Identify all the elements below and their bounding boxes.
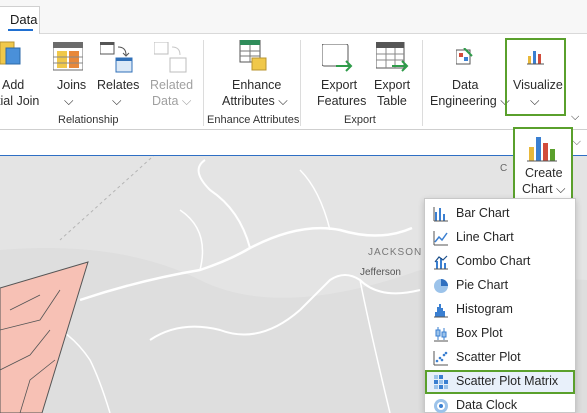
box-plot-icon bbox=[434, 327, 448, 342]
visualize-label: Visualize bbox=[513, 78, 563, 92]
menu-item-histogram[interactable]: Histogram bbox=[425, 298, 575, 322]
menu-item-label: Pie Chart bbox=[456, 278, 509, 292]
data-engineering-icon bbox=[456, 48, 473, 65]
menu-item-label: Histogram bbox=[456, 302, 513, 316]
menu-item-label: Line Chart bbox=[456, 230, 514, 244]
joins-icon bbox=[53, 42, 83, 71]
visualize-chevron-down-icon: ⌵ bbox=[530, 94, 540, 108]
menu-item-label: Scatter Plot Matrix bbox=[456, 374, 559, 388]
menu-item-label: Box Plot bbox=[456, 326, 503, 340]
scatter-plot-matrix-icon bbox=[434, 375, 448, 389]
related-data-label-1: Related bbox=[150, 78, 194, 92]
add-spatial-join-label-1: Add bbox=[2, 78, 25, 92]
joins-label: Joins bbox=[57, 78, 87, 92]
pie-chart-icon bbox=[434, 279, 448, 293]
active-tab-underline bbox=[8, 29, 33, 31]
data-engineering-label-2: Engineering ⌵ bbox=[430, 94, 510, 108]
menu-item-label: Combo Chart bbox=[456, 254, 531, 268]
export-table-icon bbox=[376, 42, 409, 72]
create-chart-icon bbox=[527, 137, 557, 162]
visualize-chart-icon bbox=[527, 51, 544, 65]
menu-item-scatter-plot-matrix[interactable]: Scatter Plot Matrix bbox=[425, 370, 575, 394]
add-spatial-join-button[interactable]: Add tial Join bbox=[0, 38, 44, 110]
combo-chart-icon bbox=[434, 255, 448, 270]
ribbon-collapse-chevron-icon[interactable]: ⌵ bbox=[571, 110, 579, 125]
export-table-button[interactable]: Export Table bbox=[368, 38, 414, 110]
map-tab-chevron-icon[interactable]: ⌵ bbox=[573, 136, 581, 149]
create-chart-label-1: Create bbox=[525, 166, 563, 180]
menu-item-line-chart[interactable]: Line Chart bbox=[425, 226, 575, 250]
chart-type-menu: Bar Chart Line Chart Combo Chart Pie Cha… bbox=[424, 198, 576, 413]
joins-chevron-down-icon: ⌵ bbox=[64, 94, 74, 108]
menu-item-combo-chart[interactable]: Combo Chart bbox=[425, 250, 575, 274]
tab-data[interactable]: Data bbox=[0, 6, 40, 34]
joins-button[interactable]: Joins ⌵ bbox=[48, 38, 90, 110]
data-engineering-label-1: Data bbox=[452, 78, 479, 92]
scatter-plot-icon bbox=[433, 351, 448, 366]
visualize-button[interactable]: Visualize ⌵ bbox=[505, 38, 566, 116]
ribbon-separator bbox=[422, 40, 423, 126]
enhance-attributes-label-1: Enhance bbox=[232, 78, 282, 92]
data-engineering-button[interactable]: Data Engineering ⌵ bbox=[428, 38, 510, 110]
relates-button[interactable]: Relates ⌵ bbox=[94, 38, 140, 110]
menu-item-label: Bar Chart bbox=[456, 206, 510, 220]
spatial-join-icon bbox=[0, 41, 21, 65]
menu-item-pie-chart[interactable]: Pie Chart bbox=[425, 274, 575, 298]
ribbon-tab-strip: Data bbox=[0, 0, 587, 34]
group-label-relationship: Relationship bbox=[58, 114, 119, 126]
export-table-label-1: Export bbox=[374, 78, 411, 92]
map-label-jefferson: Jefferson bbox=[360, 267, 401, 278]
tab-data-label: Data bbox=[10, 12, 38, 27]
map-label-edge: C bbox=[500, 163, 508, 174]
group-label-export: Export bbox=[344, 114, 376, 126]
ribbon-separator bbox=[300, 40, 301, 126]
line-chart-icon bbox=[433, 231, 448, 246]
create-chart-button[interactable]: Create Chart ⌵ bbox=[513, 127, 573, 200]
related-data-icon bbox=[154, 42, 187, 73]
relates-icon bbox=[100, 42, 133, 73]
export-features-label-1: Export bbox=[321, 78, 358, 92]
enhance-attributes-icon bbox=[239, 40, 267, 71]
map-tab-bar: ⌵ bbox=[0, 130, 587, 156]
export-table-label-2: Table bbox=[377, 94, 407, 108]
enhance-attributes-label-2: Attributes ⌵ bbox=[222, 94, 288, 108]
export-features-label-2: Features bbox=[317, 94, 367, 108]
group-label-enhance-attributes: Enhance Attributes bbox=[207, 114, 300, 126]
bar-chart-icon bbox=[433, 207, 448, 222]
menu-item-bar-chart[interactable]: Bar Chart bbox=[425, 202, 575, 226]
ribbon-separator bbox=[203, 40, 204, 126]
menu-item-scatter-plot[interactable]: Scatter Plot bbox=[425, 346, 575, 370]
relates-chevron-down-icon: ⌵ bbox=[112, 94, 122, 108]
related-data-label-2: Data ⌵ bbox=[152, 94, 192, 108]
menu-item-data-clock[interactable]: Data Clock bbox=[425, 394, 575, 413]
menu-item-label: Scatter Plot bbox=[456, 350, 521, 364]
menu-item-label: Data Clock bbox=[456, 398, 518, 412]
data-clock-icon bbox=[434, 399, 448, 413]
relates-label: Relates bbox=[97, 78, 140, 92]
export-features-button[interactable]: Export Features bbox=[312, 38, 367, 110]
related-data-button[interactable]: Related Data ⌵ bbox=[146, 38, 194, 110]
add-spatial-join-label-2: tial Join bbox=[0, 94, 40, 108]
menu-item-box-plot[interactable]: Box Plot bbox=[425, 322, 575, 346]
create-chart-label-2: Chart ⌵ bbox=[522, 182, 566, 196]
ribbon: Add tial Join Joins ⌵ Relates ⌵ Related … bbox=[0, 34, 587, 130]
export-features-icon bbox=[322, 44, 353, 72]
histogram-icon bbox=[434, 304, 448, 318]
enhance-attributes-button[interactable]: Enhance Attributes ⌵ bbox=[218, 38, 288, 110]
map-label-jackson: JACKSON bbox=[368, 247, 423, 258]
